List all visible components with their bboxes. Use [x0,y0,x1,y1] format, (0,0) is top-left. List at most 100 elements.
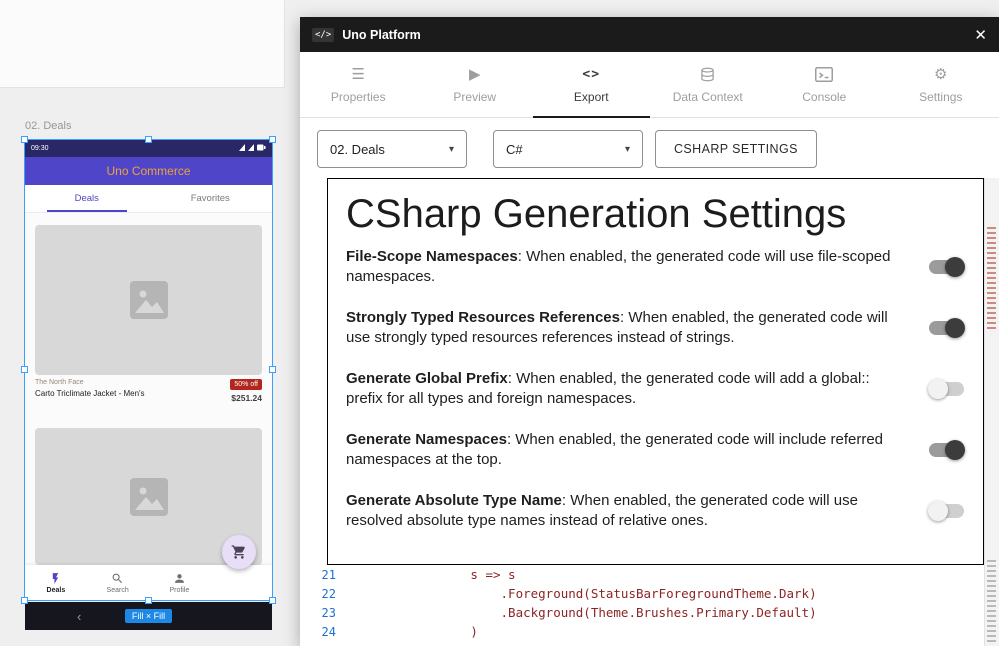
code-text: ) [350,624,478,639]
fill-size-badge[interactable]: Fill × Fill [125,609,172,623]
code-text: .Background(Theme.Brushes.Primary.Defaul… [350,605,817,620]
canvas-background-block [0,0,285,88]
shop-tab-deals: Deals [25,185,149,212]
page-select-value: 02. Deals [330,142,385,157]
cart-icon [231,544,247,560]
nav-item-search: Search [87,565,149,600]
switch-thumb [945,257,965,277]
code-editor: 21 s => s 22 .Foreground(StatusBarForegr… [300,565,985,646]
editor-scrollbar[interactable] [984,178,999,646]
tab-data-context[interactable]: Data Context [650,52,767,117]
code-line: 21 s => s [300,565,985,584]
cart-fab [222,535,256,569]
status-icons [238,143,266,154]
tab-label: Data Context [673,90,743,104]
list-icon: ☰ [352,66,365,84]
uno-logo-icon: </> [312,28,334,42]
switch-thumb [928,501,948,521]
page-select-dropdown[interactable]: 02. Deals ▾ [317,130,467,168]
switch-thumb [945,440,965,460]
nav-label: Profile [169,587,189,594]
profile-icon [173,572,186,585]
line-number: 22 [300,587,336,601]
product-price: $251.24 [231,393,262,403]
code-icon: <> [582,66,600,84]
line-number: 23 [300,606,336,620]
tab-export[interactable]: <> Export [533,52,650,117]
switch-thumb [945,318,965,338]
tab-label: Console [802,90,846,104]
nav-item-spacer [210,565,272,600]
tab-label: Settings [919,90,962,104]
toggle-generate-namespaces[interactable] [928,440,965,460]
code-text: .Foreground(StatusBarForegroundTheme.Dar… [350,586,817,601]
setting-name: Generate Absolute Type Name [346,492,562,509]
line-number: 21 [300,568,336,582]
app-title: Uno Commerce [106,164,190,178]
chevron-down-icon: ▾ [625,144,630,155]
gear-icon: ⚙ [934,66,947,84]
app-bar: Uno Commerce [25,157,272,185]
tab-console[interactable]: Console [766,52,883,117]
tab-label: Preview [453,90,496,104]
signal-wifi-battery-icon [238,143,266,152]
toggle-strongly-typed-resources[interactable] [928,318,965,338]
code-line: 23 .Background(Theme.Brushes.Primary.Def… [300,603,985,622]
search-icon [111,572,124,585]
toggle-generate-global-prefix[interactable] [928,379,965,399]
tab-label: Properties [331,90,386,104]
status-time: 09:30 [31,145,49,152]
setting-text: Generate Namespaces: When enabled, the g… [346,430,906,470]
setting-row: Generate Absolute Type Name: When enable… [346,491,965,531]
phone-frame[interactable]: 09:30 Uno Commerce Deals Favorites [25,140,272,600]
setting-row: Generate Namespaces: When enabled, the g… [346,430,965,470]
tab-properties[interactable]: ☰ Properties [300,52,417,117]
export-toolbar: 02. Deals ▾ C# ▾ CSHARP SETTINGS [317,130,817,168]
bottom-nav: Deals Search Profile [25,565,272,600]
layout-footer-bar: ‹ Fill × Fill [25,602,272,630]
shop-tabs: Deals Favorites [25,185,272,213]
minimap-red-marks [987,227,996,332]
csharp-settings-modal: CSharp Generation Settings File-Scope Na… [327,178,984,565]
code-line: 25 Resources [300,641,985,646]
panel-header: </> Uno Platform ✕ [300,17,999,52]
nav-label: Deals [47,587,66,594]
tab-label: Export [574,90,609,104]
tab-preview[interactable]: ▶ Preview [417,52,534,117]
code-line: 24 ) [300,622,985,641]
chevron-left-icon[interactable]: ‹ [77,609,81,624]
phone-content: The North Face Carto Triclimate Jacket -… [25,213,272,565]
product-info: The North Face Carto Triclimate Jacket -… [35,379,262,423]
tab-settings[interactable]: ⚙ Settings [883,52,999,117]
product-price-col: 50% off $251.24 [230,379,262,423]
toggle-file-scope-namespaces[interactable] [928,257,965,277]
close-icon[interactable]: ✕ [974,26,987,44]
product-text: The North Face Carto Triclimate Jacket -… [35,379,145,423]
nav-label: Search [107,587,129,594]
uno-platform-panel: </> Uno Platform ✕ ☰ Properties ▶ Previe… [300,17,999,646]
artboard-label[interactable]: 02. Deals [25,120,71,132]
setting-row: File-Scope Namespaces: When enabled, the… [346,247,965,287]
product-name: Carto Triclimate Jacket - Men's [35,389,145,398]
lightning-icon [49,572,62,585]
switch-thumb [928,379,948,399]
image-placeholder-icon [126,277,172,323]
setting-row: Generate Global Prefix: When enabled, th… [346,369,965,409]
design-canvas: 02. Deals 09:30 Uno Commerce Deals Favor… [0,0,999,646]
discount-badge: 50% off [230,379,262,390]
setting-name: File-Scope Namespaces [346,248,518,265]
code-line: 22 .Foreground(StatusBarForegroundTheme.… [300,584,985,603]
csharp-settings-button[interactable]: CSHARP SETTINGS [655,130,817,168]
status-bar: 09:30 [25,140,272,157]
chevron-down-icon: ▾ [449,144,454,155]
setting-name: Strongly Typed Resources References [346,309,620,326]
language-select-dropdown[interactable]: C# ▾ [493,130,643,168]
setting-text: File-Scope Namespaces: When enabled, the… [346,247,906,287]
setting-name: Generate Namespaces [346,431,507,448]
setting-row: Strongly Typed Resources References: Whe… [346,308,965,348]
code-text: s => s [350,567,516,582]
toggle-generate-absolute-type-name[interactable] [928,501,965,521]
setting-text: Generate Absolute Type Name: When enable… [346,491,906,531]
console-icon [815,66,833,84]
product-brand: The North Face [35,379,145,386]
